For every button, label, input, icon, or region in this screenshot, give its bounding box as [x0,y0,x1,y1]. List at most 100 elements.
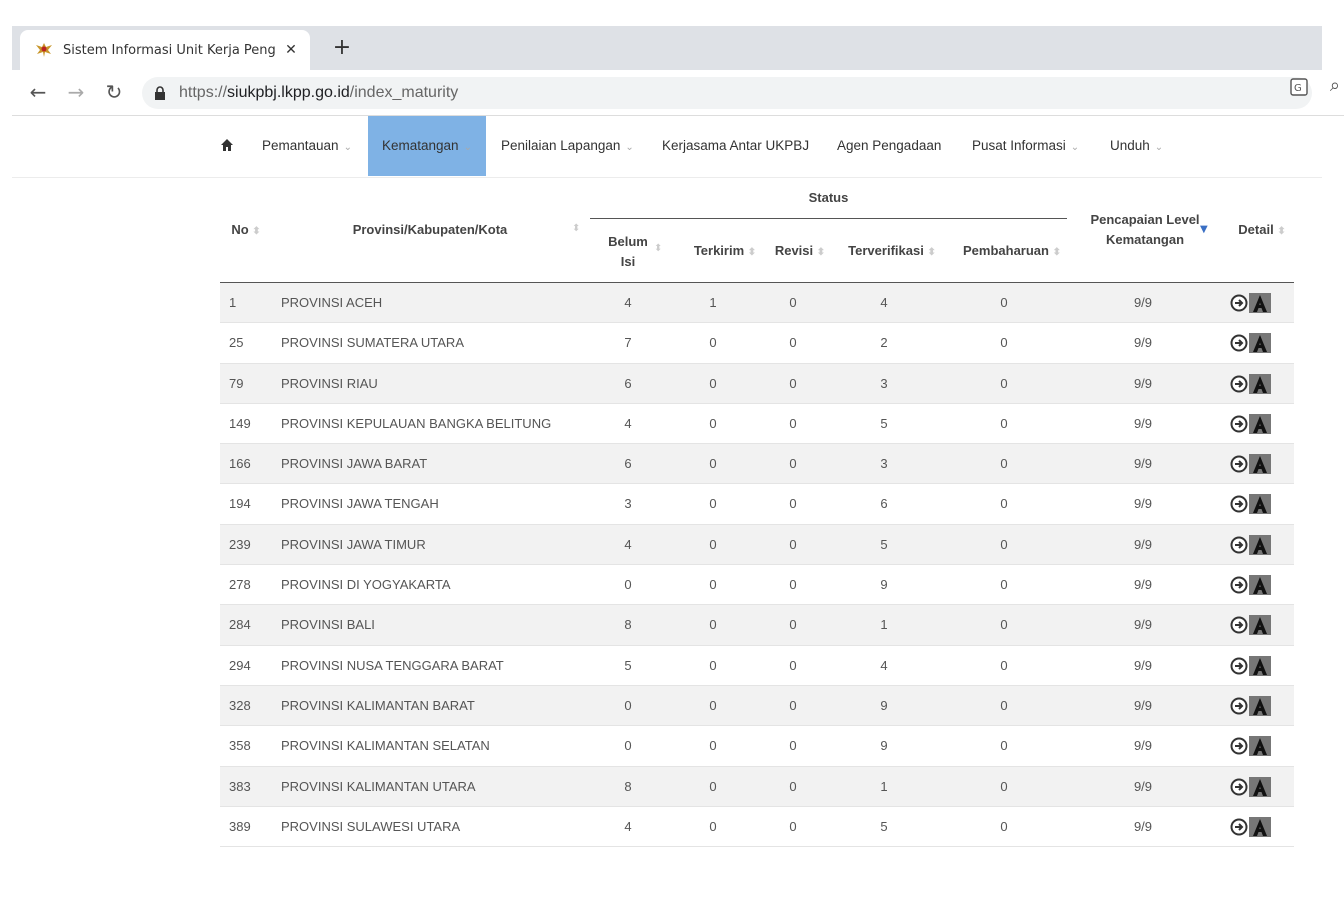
reload-icon[interactable]: ↻ [102,80,126,104]
col-header-detail[interactable]: Detail ⬍ [1230,220,1294,242]
cell-pembaharuan: 0 [1000,335,1008,351]
cell-level: 9/9 [1133,617,1153,633]
nav-item-penilaian-lapangan[interactable]: Penilaian Lapangan ⌄ [501,116,634,176]
letter-a-icon[interactable] [1249,695,1271,716]
cell-no: 328 [229,697,251,713]
letter-a-icon[interactable] [1249,333,1271,354]
cell-level: 9/9 [1133,778,1153,794]
col-header-belum-isi[interactable]: Belum Isi [602,232,654,272]
letter-a-icon[interactable] [1249,575,1271,596]
zoom-icon[interactable]: ⌕ [1330,75,1340,96]
cell-terkirim: 0 [709,697,717,713]
back-icon[interactable]: ← [26,80,50,104]
arrow-right-circle-icon[interactable] [1230,576,1248,594]
cell-level: 9/9 [1133,818,1153,834]
cell-revisi: 0 [789,577,797,593]
cell-belum: 4 [624,536,632,552]
cell-no: 239 [229,536,251,552]
cell-no: 389 [229,818,251,834]
cell-provinsi: PROVINSI RIAU [281,375,378,391]
letter-a-icon[interactable] [1249,776,1271,797]
table-row: 194 PROVINSI JAWA TENGAH 3 0 0 6 0 9/9 [220,484,1294,525]
arrow-right-circle-icon[interactable] [1230,415,1248,433]
letter-a-icon[interactable] [1249,293,1271,313]
cell-terverifikasi: 5 [880,536,888,552]
nav-item-kematangan[interactable]: Kematangan ⌄ [368,116,486,176]
nav-item-kerjasama-antar-ukpbj[interactable]: Kerjasama Antar UKPBJ [662,116,809,176]
arrow-right-circle-icon[interactable] [1230,616,1248,634]
cell-no: 149 [229,415,251,431]
cell-pembaharuan: 0 [1000,496,1008,512]
cell-provinsi: PROVINSI SULAWESI UTARA [281,818,461,834]
cell-pembaharuan: 0 [1000,738,1008,754]
cell-no: 1 [229,295,237,310]
nav-item-agen-pengadaan[interactable]: Agen Pengadaan [837,116,941,176]
detail-actions [1230,534,1271,555]
table-body: 1 PROVINSI ACEH 4 1 0 4 0 9/9 25 PROVINSI SUMATE… [220,283,1294,848]
nav-item-pusat-informasi[interactable]: Pusat Informasi ⌄ [972,116,1079,176]
sort-icon: ⬍ [572,223,581,234]
browser-tab[interactable]: Sistem Informasi Unit Kerja Peng ✕ [20,30,310,70]
letter-a-icon[interactable] [1249,816,1271,837]
col-header-level[interactable]: Pencapaian Level Kematangan [1084,210,1206,250]
letter-a-icon[interactable] [1249,454,1271,475]
forward-icon[interactable]: → [64,80,88,104]
arrow-right-circle-icon[interactable] [1230,495,1248,513]
url-input[interactable]: https://siukpbj.lkpp.go.id/index_maturit… [142,77,1312,109]
letter-a-icon[interactable] [1249,494,1271,515]
url-text: https://siukpbj.lkpp.go.id/index_maturit… [179,84,459,101]
cell-pembaharuan: 0 [1000,657,1008,673]
home-icon[interactable] [220,138,234,152]
cell-revisi: 0 [789,697,797,713]
cell-belum: 8 [624,617,632,633]
detail-actions [1230,413,1271,434]
letter-a-icon[interactable] [1249,736,1271,757]
nav-item-pemantauan[interactable]: Pemantauan ⌄ [262,116,352,176]
arrow-right-circle-icon[interactable] [1230,657,1248,675]
garuda-favicon-icon [36,43,52,57]
col-header-terverifikasi[interactable]: Terverifikasi ⬍ [842,241,942,263]
new-tab-icon[interactable]: + [330,36,354,60]
translate-icon[interactable]: G [1290,78,1308,96]
cell-terverifikasi: 9 [880,577,888,593]
col-header-provinsi[interactable]: Provinsi/Kabupaten/Kota [280,220,580,240]
arrow-right-circle-icon[interactable] [1230,334,1248,352]
detail-actions [1230,695,1271,716]
table-row: 278 PROVINSI DI YOGYAKARTA 0 0 0 9 0 9/9 [220,565,1294,606]
cell-no: 166 [229,456,251,472]
arrow-right-circle-icon[interactable] [1230,375,1248,393]
cell-provinsi: PROVINSI JAWA BARAT [281,456,428,472]
cell-terkirim: 0 [709,415,717,431]
letter-a-icon[interactable] [1249,655,1271,676]
arrow-right-circle-icon[interactable] [1230,778,1248,796]
letter-a-icon[interactable] [1249,615,1271,636]
cell-terverifikasi: 4 [880,295,888,310]
cell-level: 9/9 [1133,496,1153,512]
cell-terverifikasi: 4 [880,657,888,673]
cell-terverifikasi: 9 [880,738,888,754]
arrow-right-circle-icon[interactable] [1230,294,1248,312]
cell-level: 9/9 [1133,335,1153,351]
nav-item-unduh[interactable]: Unduh ⌄ [1110,116,1163,176]
arrow-right-circle-icon[interactable] [1230,737,1248,755]
cell-provinsi: PROVINSI NUSA TENGGARA BARAT [281,657,504,673]
letter-a-icon[interactable] [1249,534,1271,555]
cell-level: 9/9 [1133,536,1153,552]
col-header-no[interactable]: No ⬍ [220,220,272,242]
tab-close-icon[interactable]: ✕ [282,42,300,58]
cell-pembaharuan: 0 [1000,375,1008,391]
cell-terverifikasi: 1 [880,778,888,794]
arrow-right-circle-icon[interactable] [1230,455,1248,473]
col-header-pembaharuan[interactable]: Pembaharuan ⬍ [956,241,1068,263]
arrow-right-circle-icon[interactable] [1230,697,1248,715]
arrow-right-circle-icon[interactable] [1230,818,1248,836]
letter-a-icon[interactable] [1249,373,1271,394]
cell-pembaharuan: 0 [1000,415,1008,431]
arrow-right-circle-icon[interactable] [1230,536,1248,554]
col-header-terkirim[interactable]: Terkirim ⬍ [682,241,768,263]
cell-revisi: 0 [789,295,797,310]
detail-actions [1230,816,1271,837]
cell-belum: 6 [624,456,632,472]
col-header-revisi[interactable]: Revisi ⬍ [770,241,830,263]
letter-a-icon[interactable] [1249,413,1271,434]
